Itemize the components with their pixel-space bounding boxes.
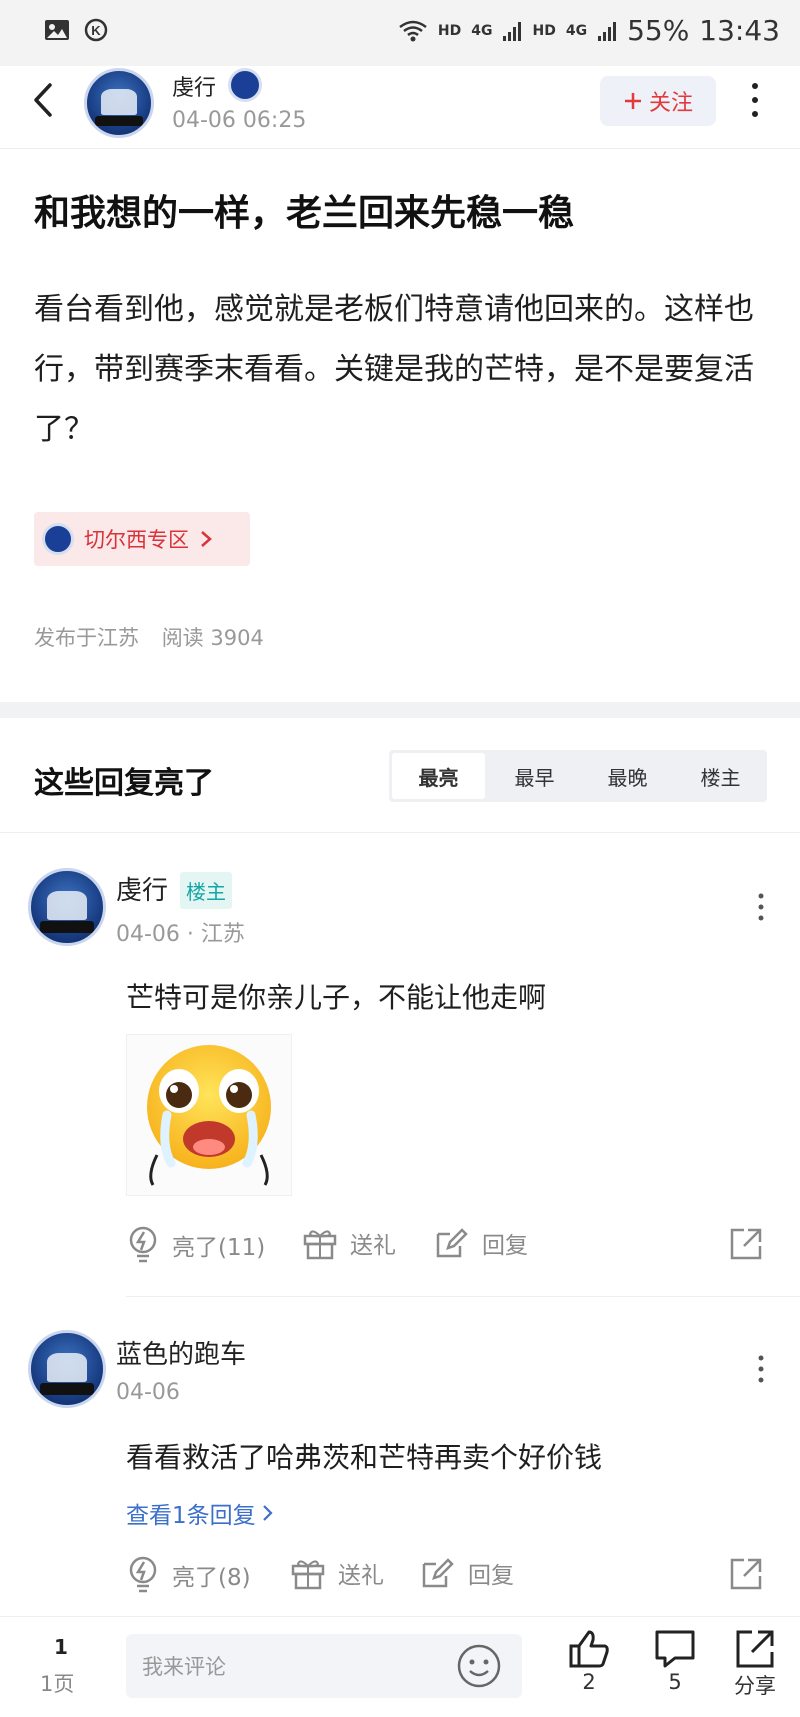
share-comment-icon[interactable] <box>728 1556 764 1592</box>
thumbs-up-icon <box>569 1630 609 1668</box>
gift-icon <box>303 1230 337 1260</box>
status-bar-right: HD 4G HD 4G 55% 13:43 <box>398 14 780 47</box>
comment-text: 芒特可是你亲儿子，不能让他走啊 <box>126 981 547 1014</box>
sort-tabs: 最亮 最早 最晚 楼主 <box>389 750 767 802</box>
comment-avatar[interactable] <box>28 1330 106 1408</box>
post-meta: 发布于江苏 阅读 3904 <box>34 622 264 652</box>
network-indicator-2: 4G <box>565 22 588 39</box>
sort-tab-latest[interactable]: 最晚 <box>581 750 674 802</box>
reply-label: 回复 <box>468 1563 514 1589</box>
back-arrow-icon[interactable] <box>30 82 56 118</box>
post-time: 04-06 06:25 <box>172 108 307 133</box>
gift-action[interactable]: 送礼 <box>290 1556 384 1590</box>
signal-icon-2 <box>598 21 617 41</box>
chelsea-zone-icon <box>42 523 74 555</box>
gift-label: 送礼 <box>350 1233 396 1259</box>
battery-level: 55% <box>627 14 690 47</box>
plus-icon <box>624 93 641 109</box>
page-number[interactable]: 1 <box>46 1635 76 1659</box>
more-options-icon[interactable] <box>745 80 765 120</box>
comments-button[interactable]: 5 <box>652 1628 698 1694</box>
svg-text:K: K <box>91 23 101 38</box>
chevron-right-icon <box>201 531 212 547</box>
reply-action[interactable]: 回复 <box>420 1556 514 1590</box>
gift-icon <box>291 1560 325 1590</box>
emoji-icon[interactable] <box>456 1643 502 1689</box>
share-label: 分享 <box>734 1674 776 1698</box>
sort-tab-op[interactable]: 楼主 <box>674 750 767 802</box>
author-avatar[interactable] <box>84 68 154 138</box>
follow-label: 关注 <box>648 91 693 116</box>
zone-tag[interactable]: 切尔西专区 <box>34 512 250 566</box>
wifi-icon <box>399 20 427 41</box>
hd-indicator-1: HD <box>437 22 462 39</box>
k-app-icon: K <box>84 18 108 42</box>
network-indicator-1: 4G <box>471 22 493 39</box>
comment-author[interactable]: 虔行 <box>116 870 168 907</box>
clock: 13:43 <box>699 14 780 47</box>
view-replies-link[interactable]: 查看1条回复 <box>126 1496 274 1530</box>
gift-action[interactable]: 送礼 <box>302 1226 396 1260</box>
signal-icon <box>503 21 522 41</box>
crying-emoji-sticker[interactable] <box>126 1034 292 1196</box>
follow-button[interactable]: 关注 <box>600 76 716 126</box>
hd-indicator-2: HD <box>532 22 556 39</box>
edit-icon <box>422 1558 454 1588</box>
lightbulb-icon <box>129 1226 157 1263</box>
like-post-button[interactable]: 2 <box>566 1628 612 1694</box>
reply-action[interactable]: 回复 <box>434 1226 528 1260</box>
comment-text: 看看救活了哈弗茨和芒特再卖个好价钱 <box>126 1441 603 1474</box>
like-action[interactable]: 亮了(11) <box>126 1226 265 1264</box>
op-badge: 楼主 <box>180 872 232 909</box>
section-divider <box>0 702 800 718</box>
like-action[interactable]: 亮了(8) <box>126 1556 251 1594</box>
comments-count: 5 <box>668 1670 682 1694</box>
like-count: 亮了(8) <box>172 1565 251 1591</box>
post-reads: 阅读 3904 <box>161 626 264 650</box>
chelsea-badge-icon <box>228 68 262 102</box>
sort-tab-brightest[interactable]: 最亮 <box>392 753 485 799</box>
comment-bubble-icon <box>655 1630 695 1668</box>
comment-more-icon[interactable] <box>756 892 766 922</box>
page-label[interactable]: 1页 <box>40 1668 74 1698</box>
comment-meta: 04-06 · 江苏 <box>116 922 245 947</box>
replies-section-title: 这些回复亮了 <box>34 766 214 801</box>
like-post-count: 2 <box>582 1670 596 1694</box>
author-name[interactable]: 虔行 <box>172 70 216 102</box>
view-replies-label: 查看1条回复 <box>126 1503 256 1529</box>
edit-icon <box>436 1228 468 1258</box>
share-post-button[interactable]: 分享 <box>730 1628 780 1700</box>
zone-tag-label: 切尔西专区 <box>84 528 189 552</box>
reply-label: 回复 <box>482 1233 528 1259</box>
comment-author[interactable]: 蓝色的跑车 <box>116 1334 246 1371</box>
comment-avatar[interactable] <box>28 868 106 946</box>
gallery-icon <box>45 20 69 40</box>
lightbulb-icon <box>129 1556 157 1593</box>
divider-line <box>0 832 800 833</box>
post-location: 发布于江苏 <box>34 626 139 650</box>
comment-input-placeholder: 我来评论 <box>142 1655 226 1679</box>
gift-label: 送礼 <box>338 1563 384 1589</box>
share-icon <box>736 1630 774 1668</box>
post-title: 和我想的一样，老兰回来先稳一稳 <box>34 193 575 234</box>
status-bar-left: K <box>44 18 108 42</box>
like-count: 亮了(11) <box>172 1235 266 1261</box>
post-body: 看台看到他，感觉就是老板们特意请他回来的。这样也行，带到赛季末看看。关键是我的芒… <box>34 292 754 447</box>
sort-tab-earliest[interactable]: 最早 <box>488 750 581 802</box>
chevron-right-icon <box>262 1505 273 1521</box>
comment-separator <box>126 1296 800 1297</box>
comment-meta: 04-06 <box>116 1380 180 1405</box>
comment-more-icon[interactable] <box>756 1354 766 1384</box>
share-comment-icon[interactable] <box>728 1226 764 1262</box>
